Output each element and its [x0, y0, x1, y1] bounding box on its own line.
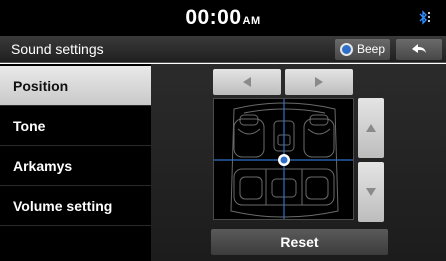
beep-toggle[interactable]: Beep: [335, 39, 390, 60]
fade-rear-button[interactable]: [358, 162, 384, 222]
signal-icon: [428, 12, 430, 14]
clock: 00:00AM: [0, 6, 446, 30]
position-panel: Reset: [151, 64, 446, 261]
back-button[interactable]: [396, 39, 442, 60]
title-bar: Sound settings Beep: [0, 36, 446, 63]
back-arrow-icon: [412, 44, 426, 53]
clock-ampm: AM: [242, 15, 261, 27]
beep-label: Beep: [357, 42, 386, 56]
status-icons: [416, 9, 432, 27]
balance-left-button[interactable]: [213, 69, 281, 95]
reset-button[interactable]: Reset: [211, 229, 388, 255]
menu-item-volume-setting[interactable]: Volume setting: [0, 186, 151, 226]
car-seats-diagram: [214, 99, 353, 219]
up-arrow-icon: [366, 124, 376, 132]
menu-item-tone[interactable]: Tone: [0, 106, 151, 146]
balance-right-button[interactable]: [285, 69, 353, 95]
clock-time: 00:00: [185, 6, 242, 29]
beep-radio-icon: [340, 43, 353, 56]
sound-settings-screen: 00:00AM Sound settings Beep Position Ton…: [0, 0, 446, 261]
right-arrow-icon: [315, 77, 323, 87]
menu-item-arkamys[interactable]: Arkamys: [0, 146, 151, 186]
bluetooth-icon: [419, 10, 430, 25]
fade-front-button[interactable]: [358, 98, 384, 158]
menu-item-position[interactable]: Position: [0, 66, 151, 106]
down-arrow-icon: [366, 188, 376, 196]
sound-menu: Position Tone Arkamys Volume setting: [0, 64, 151, 261]
seat-position-map[interactable]: [213, 98, 354, 220]
left-arrow-icon: [243, 77, 251, 87]
status-bar: 00:00AM: [0, 0, 446, 36]
page-title: Sound settings: [11, 41, 104, 57]
